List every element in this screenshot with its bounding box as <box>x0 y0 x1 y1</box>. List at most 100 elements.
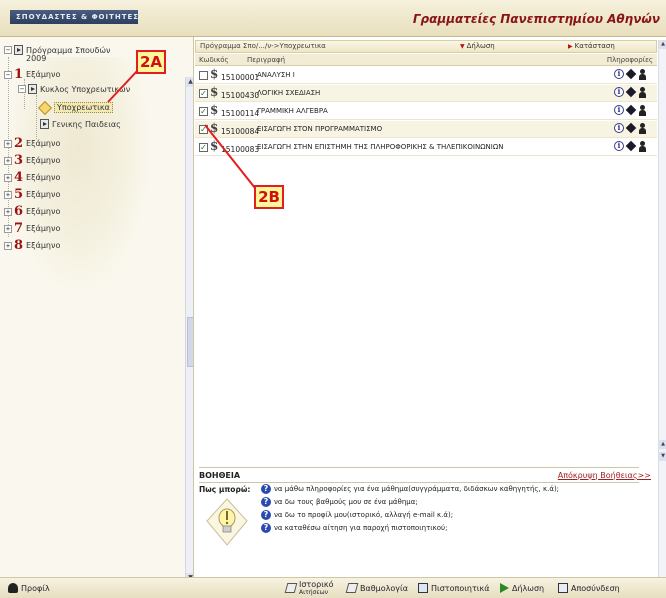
tree-item-semester-4[interactable]: + 4 Εξάμηνο <box>4 170 60 185</box>
expand-icon[interactable]: + <box>4 173 12 182</box>
info-icon[interactable]: i <box>614 87 624 97</box>
help-link[interactable]: ? να μάθω πληροφορίες για ένα μάθημα(συγ… <box>261 484 559 494</box>
question-icon: ? <box>261 510 271 520</box>
scroll-down-icon[interactable]: ▼ <box>659 452 666 461</box>
grades-label: Βαθμολογία <box>360 583 408 593</box>
info-icons: i <box>614 86 647 98</box>
certificates-button[interactable]: Πιστοποιητικά <box>418 583 490 593</box>
table-row[interactable]: ✓ $ 15100430 ΛΟΓΙΚΗ ΣΧΕΔΙΑΣΗ i <box>195 85 657 102</box>
course-code: 15100083 <box>221 145 260 154</box>
info-icon[interactable]: i <box>614 105 624 115</box>
expand-icon[interactable]: + <box>4 207 12 216</box>
semester-label: Εξάμηνο <box>26 156 61 165</box>
semester-number: 1 <box>14 67 24 82</box>
person-icon[interactable] <box>638 141 647 152</box>
table-row[interactable]: ✓ $ 15100084 ΕΙΣΑΓΩΓΗ ΣΤΟΝ ΠΡΟΓΡΑΜΜΑΤΙΣΜ… <box>195 121 657 138</box>
scroll-up-icon[interactable]: ▲ <box>186 77 193 87</box>
collapse-icon[interactable]: − <box>18 85 26 93</box>
book-icon[interactable] <box>625 122 637 134</box>
semester-label: Εξάμηνο <box>26 241 61 250</box>
tree-item-semester-7[interactable]: + 7 Εξάμηνο <box>4 221 60 236</box>
semester-label: Εξάμηνο <box>26 139 61 148</box>
logout-button[interactable]: Αποσύνδεση <box>558 583 620 593</box>
info-icon[interactable]: i <box>614 141 624 151</box>
tree-item-root-year: 2009 <box>26 54 46 63</box>
course-checkbox[interactable] <box>199 71 208 80</box>
table-row[interactable]: $ 15100001 ΑΝΑΛΥΣΗ Ι i <box>195 67 657 84</box>
person-icon[interactable] <box>638 69 647 80</box>
profile-button[interactable]: Προφίλ <box>8 583 50 593</box>
expand-icon[interactable]: + <box>4 224 12 233</box>
tree-item-semester-6[interactable]: + 6 Εξάμηνο <box>4 204 60 219</box>
tree-item-semester-5[interactable]: + 5 Εξάμηνο <box>4 187 60 202</box>
person-icon[interactable] <box>638 87 647 98</box>
help-link[interactable]: ? να δω το προφίλ μου(ιστορικό, αλλαγή e… <box>261 510 453 520</box>
course-checkbox[interactable]: ✓ <box>199 89 208 98</box>
syllabus-icon[interactable]: $ <box>210 85 218 100</box>
history-label-line1: Ιστορικό <box>299 580 334 589</box>
course-code: 15100084 <box>221 127 260 136</box>
sidebar-scrollbar[interactable]: ▲ ▼ <box>185 77 193 577</box>
course-code: 15100430 <box>221 91 260 100</box>
person-icon[interactable] <box>638 123 647 134</box>
footer-toolbar: Προφίλ Ιστορικό Αιτήσεων Βαθμολογία Πιστ… <box>0 577 666 598</box>
book-icon[interactable] <box>625 86 637 98</box>
book-icon[interactable] <box>625 104 637 116</box>
hide-help-link[interactable]: Απόκρυψη Βοήθειας>> <box>558 471 651 480</box>
expand-icon[interactable]: + <box>4 190 12 199</box>
collapse-icon[interactable]: − <box>4 70 12 79</box>
semester-number: 8 <box>14 238 24 253</box>
tree-item-semester-1[interactable]: − 1 Εξάμηνο <box>4 67 60 82</box>
help-link-text: να μάθω πληροφορίες για ένα μάθημα(συγγρ… <box>274 485 560 493</box>
tree-item-cycle-label: Κυκλος Υποχρεωτικων <box>40 84 131 94</box>
declaration-footer-button[interactable]: Δήλωση <box>500 583 544 593</box>
syllabus-icon[interactable]: $ <box>210 139 218 154</box>
syllabus-icon[interactable]: $ <box>210 67 218 82</box>
scroll-up-icon[interactable]: ▲ <box>659 440 666 449</box>
table-row[interactable]: ✓ $ 15100114 ΓΡΑΜΜΙΚΗ ΑΛΓΕΒΡΑ i <box>195 103 657 120</box>
logout-label: Αποσύνδεση <box>571 583 620 593</box>
help-link[interactable]: ? να δω τους βαθμούς μου σε ένα μάθημα; <box>261 497 418 507</box>
main-scrollbar[interactable]: ▲ ▲ ▼ <box>658 40 666 577</box>
tree-item-semester-2[interactable]: + 2 Εξάμηνο <box>4 136 60 151</box>
book-icon <box>14 45 23 55</box>
tree-item-semester-3[interactable]: + 3 Εξάμηνο <box>4 153 60 168</box>
scroll-up-icon[interactable]: ▲ <box>659 40 666 49</box>
tree-item-semester-8[interactable]: + 8 Εξάμηνο <box>4 238 60 253</box>
grades-button[interactable]: Βαθμολογία <box>345 583 408 593</box>
course-title: ΓΡΑΜΜΙΚΗ ΑΛΓΕΒΡΑ <box>257 107 328 115</box>
tree-item-general[interactable]: Γενικης Παιδειας <box>40 119 121 129</box>
tree-item-cycle[interactable]: − Κυκλος Υποχρεωτικων <box>18 84 130 94</box>
book-icon[interactable] <box>625 68 637 80</box>
semester-label: Εξάμηνο <box>26 70 61 79</box>
declaration-button[interactable]: Δήλωση <box>460 41 495 52</box>
help-link[interactable]: ? να καταθέσω αίτηση για παροχή πιστοποι… <box>261 523 447 533</box>
course-checkbox[interactable]: ✓ <box>199 125 208 134</box>
notepad-icon <box>284 583 298 593</box>
expand-icon[interactable]: + <box>4 156 12 165</box>
expand-icon[interactable]: + <box>4 139 12 148</box>
semester-number: 2 <box>14 136 24 151</box>
tree-item-mandatory-label: Υποχρεωτικα <box>54 102 113 113</box>
syllabus-icon[interactable]: $ <box>210 103 218 118</box>
breadcrumb[interactable]: Πρόγραμμα Σπο/.../ν->Υποχρεωτικα <box>200 41 326 52</box>
book-icon[interactable] <box>625 140 637 152</box>
scrollbar-thumb[interactable] <box>187 317 193 367</box>
info-icon[interactable]: i <box>614 69 624 79</box>
collapse-icon[interactable]: − <box>4 46 12 54</box>
tree-item-root[interactable]: − Πρόγραμμα Σπουδών <box>4 45 111 55</box>
declaration-label: Δήλωση <box>512 583 545 593</box>
info-icon[interactable]: i <box>614 123 624 133</box>
status-button[interactable]: Κατάσταση <box>568 41 615 52</box>
course-checkbox[interactable]: ✓ <box>199 107 208 116</box>
expand-icon[interactable]: + <box>4 241 12 250</box>
info-icons: i <box>614 68 647 80</box>
book-icon <box>28 84 37 94</box>
request-history-button[interactable]: Ιστορικό Αιτήσεων <box>284 580 334 596</box>
course-checkbox[interactable]: ✓ <box>199 143 208 152</box>
semester-label: Εξάμηνο <box>26 173 61 182</box>
person-icon[interactable] <box>638 105 647 116</box>
table-row[interactable]: ✓ $ 15100083 ΕΙΣΑΓΩΓΗ ΣΤΗΝ ΕΠΙΣΤΗΜΗ ΤΗΣ … <box>195 139 657 156</box>
tree-item-mandatory[interactable]: Υποχρεωτικα <box>37 100 113 115</box>
syllabus-icon[interactable]: $ <box>210 121 218 136</box>
